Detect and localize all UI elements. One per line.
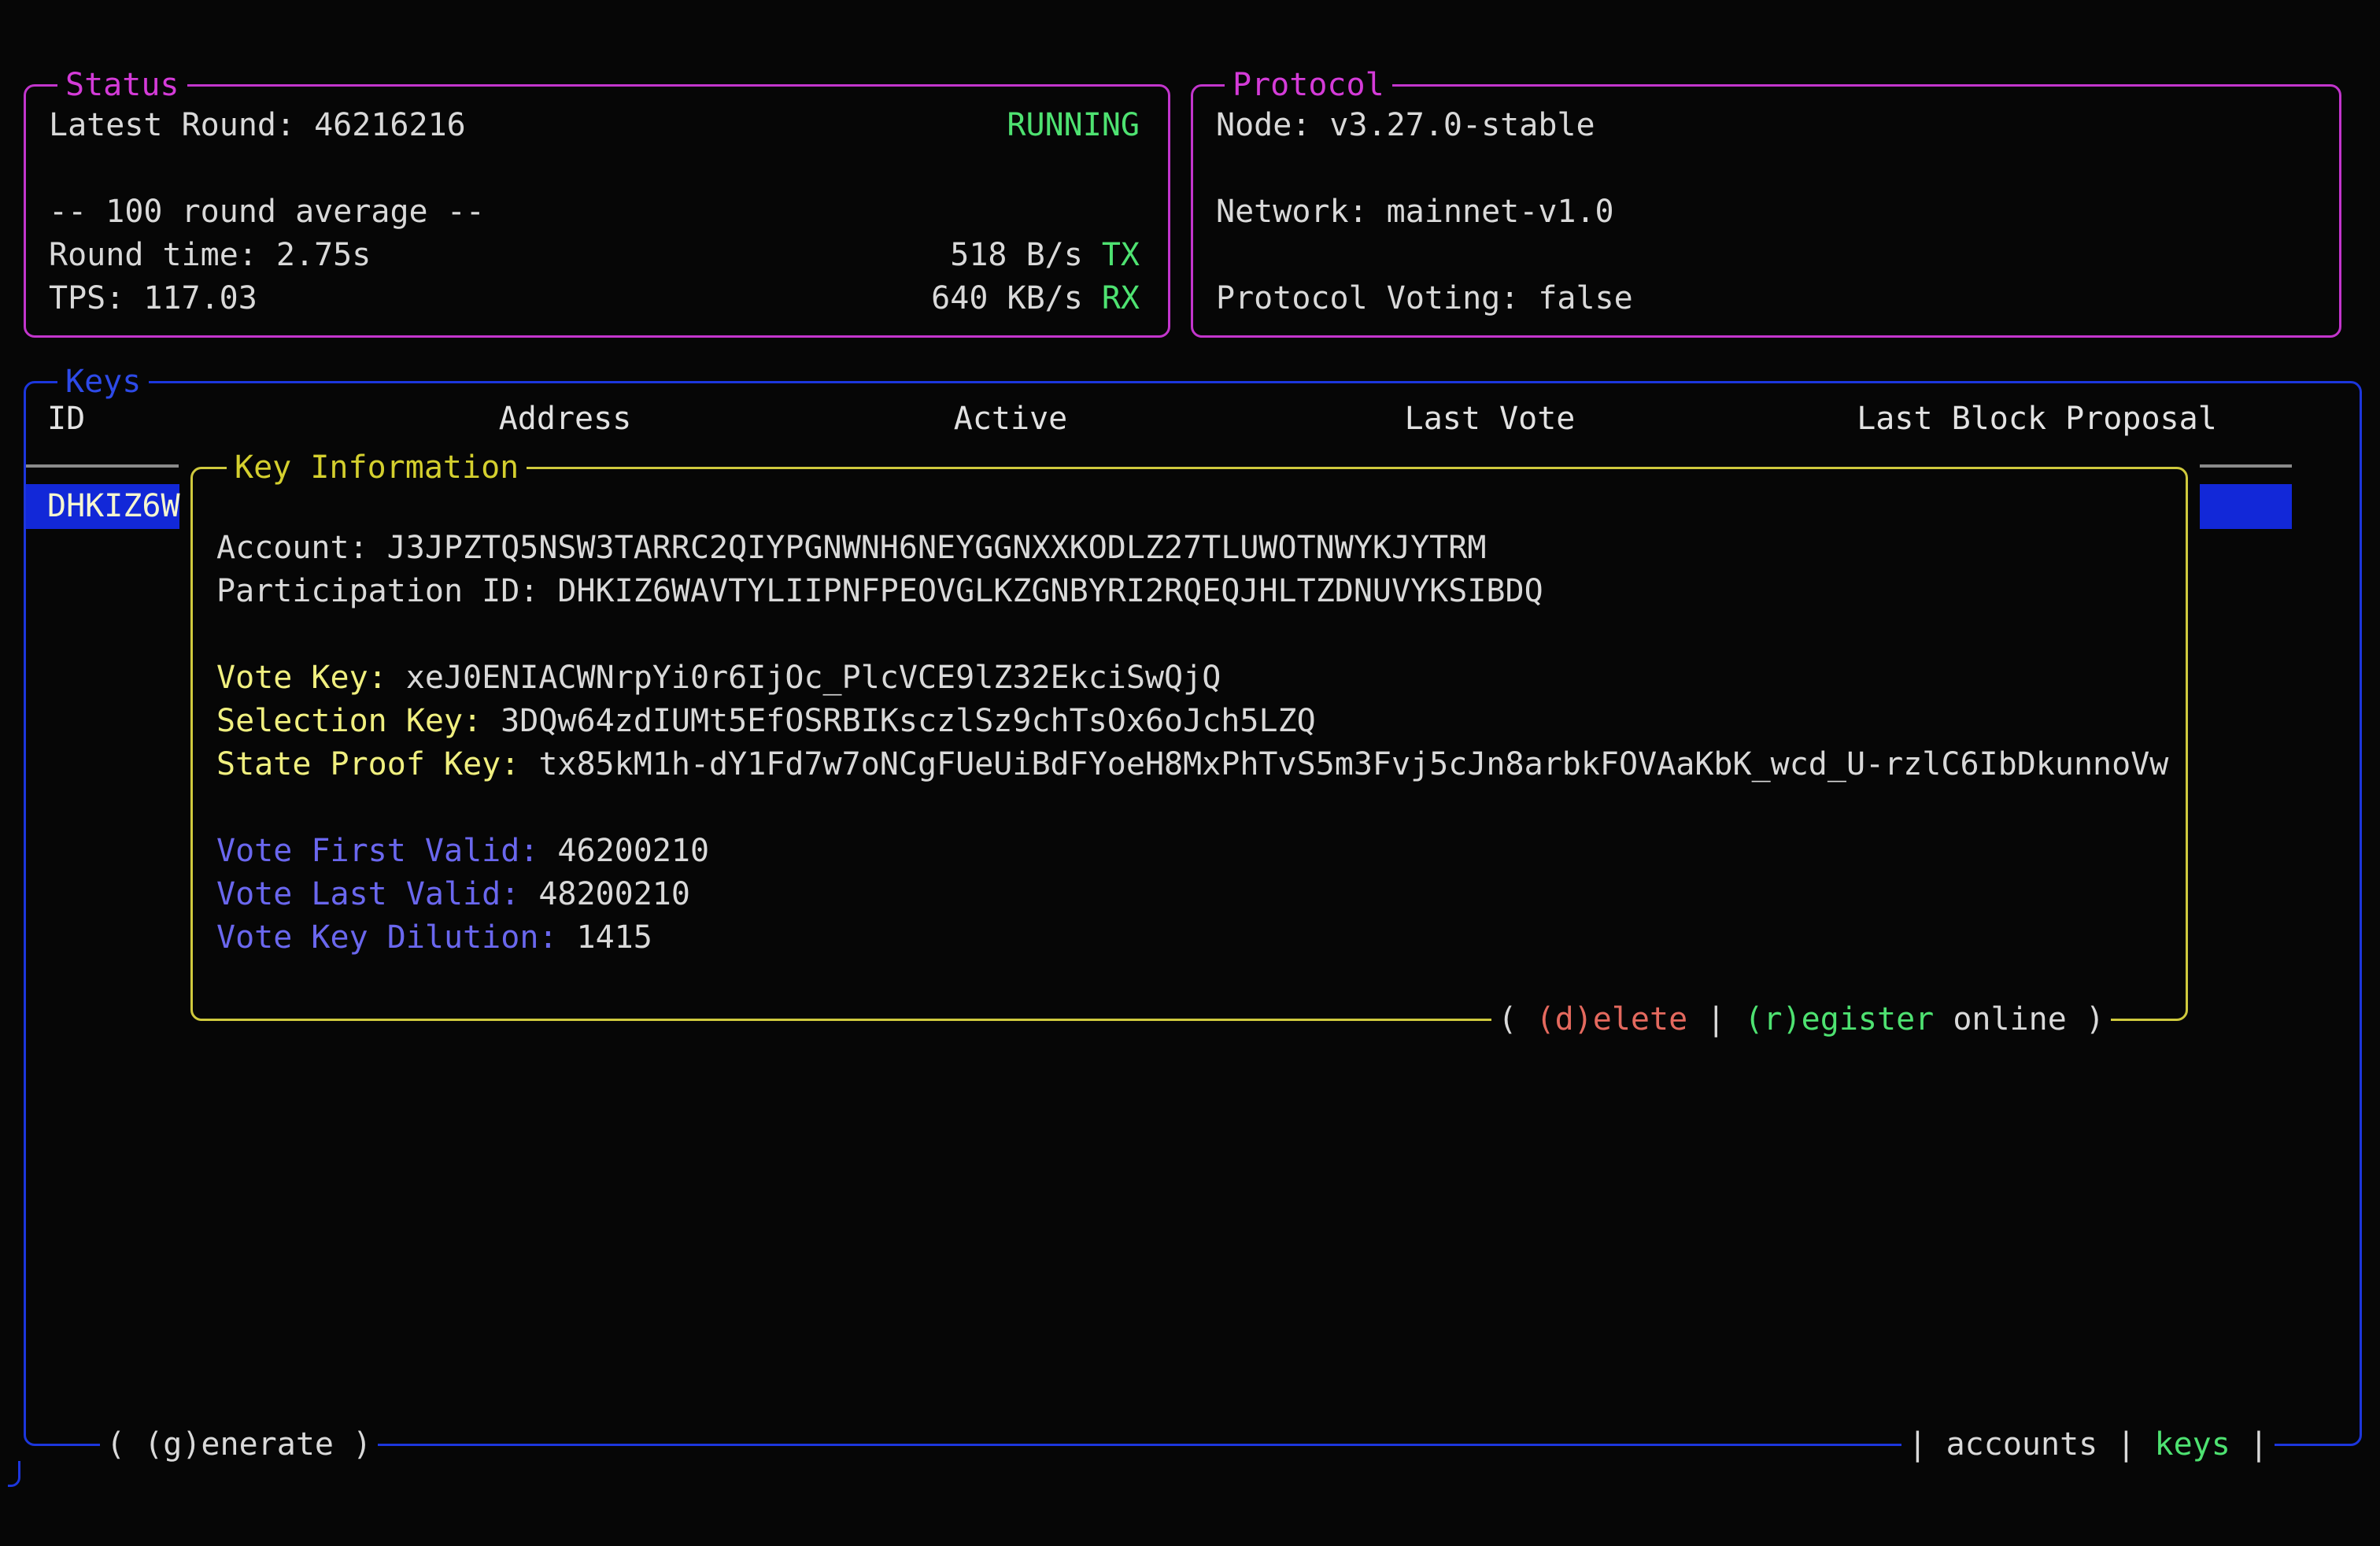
- blank-line: [49, 147, 1140, 190]
- protocol-voting-value: false: [1538, 280, 1632, 316]
- column-header-address: Address: [499, 398, 632, 441]
- vote-first-valid-value: 46200210: [557, 833, 709, 869]
- column-header-id: ID: [47, 398, 85, 441]
- header-separator-left: [26, 464, 179, 468]
- key-information-body: Account: J3JPZTQ5NSW3TARRC2QIYPGNWNH6NEYG…: [193, 469, 2186, 960]
- network-label: Network:: [1216, 194, 1368, 230]
- tab-accounts[interactable]: accounts: [1946, 1426, 2098, 1463]
- selection-key-row: Selection Key: 3DQw64zdIUMt5EfOSRBIKsczlS…: [216, 700, 2162, 743]
- tx-rate-value: 518 B/s: [950, 237, 1083, 273]
- delete-action[interactable]: (d)elete: [1536, 1001, 1688, 1037]
- nav-pipe: |: [2097, 1426, 2154, 1463]
- actions-open-paren: (: [1498, 1001, 1536, 1037]
- rx-rate: 640 KB/s RX: [931, 277, 1140, 320]
- status-body: Latest Round: 46216216 RUNNING -- 100 rou…: [26, 87, 1168, 320]
- register-online-text: online: [1934, 1001, 2067, 1037]
- selection-key-label: Selection Key:: [216, 703, 482, 739]
- table-row-selected-right-segment: [2200, 484, 2292, 529]
- round-average-text: -- 100 round average --: [49, 194, 485, 230]
- latest-round-value: 46216216: [314, 107, 466, 143]
- node-label: Node:: [1216, 107, 1310, 143]
- tab-keys[interactable]: keys: [2155, 1426, 2230, 1463]
- vote-key-value: xeJ0ENIACWNrpYi0r6IjOc_PlcVCE9lZ32EkciSw…: [406, 660, 1221, 696]
- vote-key-dilution-row: Vote Key Dilution: 1415: [216, 916, 2162, 960]
- protocol-voting-label: Protocol Voting:: [1216, 280, 1519, 316]
- rx-rate-value: 640 KB/s: [931, 280, 1083, 316]
- nav-pipe: |: [2230, 1426, 2268, 1463]
- vote-last-valid-value: 48200210: [538, 876, 690, 912]
- participation-id-row: Participation ID: DHKIZ6WAVTYLIIPNFPEOVGL…: [216, 570, 2162, 613]
- protocol-body: Node: v3.27.0-stable Network: mainnet-v1.0…: [1193, 87, 2339, 320]
- network-value: mainnet-v1.0: [1387, 194, 1614, 230]
- node-value: v3.27.0-stable: [1329, 107, 1595, 143]
- round-time-label: Round time:: [49, 237, 257, 273]
- rx-unit: RX: [1102, 280, 1140, 316]
- terminal-screen: Status Latest Round: 46216216 RUNNING -- …: [0, 0, 2380, 1546]
- network-row: Network: mainnet-v1.0: [1216, 190, 2311, 234]
- column-header-last-vote: Last Vote: [1405, 398, 1576, 441]
- round-time-row: Round time: 2.75s 518 B/s TX: [49, 234, 1140, 277]
- participation-id-value: DHKIZ6WAVTYLIIPNFPEOVGLKZGNBYRI2RQEQJHLT…: [557, 573, 1543, 609]
- register-action[interactable]: (r)egister: [1744, 1001, 1934, 1037]
- latest-round-row: Latest Round: 46216216 RUNNING: [49, 104, 1140, 147]
- vote-first-valid-row: Vote First Valid: 46200210: [216, 830, 2162, 873]
- participation-id-label: Participation ID:: [216, 573, 538, 609]
- selection-key-value: 3DQw64zdIUMt5EfOSRBIKsczlSz9chTsOx6oJch5…: [501, 703, 1316, 739]
- vote-key-dilution-label: Vote Key Dilution:: [216, 919, 557, 956]
- account-value: J3JPZTQ5NSW3TARRC2QIYPGNWNH6NEYGGNXXKODL…: [387, 530, 1487, 566]
- round-average-header: -- 100 round average --: [49, 190, 1140, 234]
- latest-round: Latest Round: 46216216: [49, 104, 466, 147]
- vote-key-dilution-value: 1415: [576, 919, 652, 956]
- blank-line: [1216, 147, 2311, 190]
- actions-separator: |: [1687, 1001, 1744, 1037]
- protocol-voting-row: Protocol Voting: false: [1216, 277, 2311, 320]
- tps-row: TPS: 117.03 640 KB/s RX: [49, 277, 1140, 320]
- vote-key-label: Vote Key:: [216, 660, 387, 696]
- vote-first-valid-label: Vote First Valid:: [216, 833, 538, 869]
- dialog-actions: ( (d)elete | (r)egister online ): [1491, 998, 2111, 1041]
- vote-key-row: Vote Key: xeJ0ENIACWNrpYi0r6IjOc_PlcVCE9l…: [216, 656, 2162, 700]
- tps-label: TPS:: [49, 280, 124, 316]
- node-row: Node: v3.27.0-stable: [1216, 104, 2311, 147]
- round-time: Round time: 2.75s: [49, 234, 371, 277]
- nav-pipe: |: [1908, 1426, 1946, 1463]
- column-header-active: Active: [954, 398, 1068, 441]
- vote-last-valid-label: Vote Last Valid:: [216, 876, 519, 912]
- protocol-panel: Protocol Node:v3.27.0-stable Network:mai…: [1191, 84, 2341, 338]
- generate-button[interactable]: ( (g)enerate ): [100, 1423, 378, 1466]
- blank-line: [1216, 234, 2311, 277]
- tps: TPS: 117.03: [49, 277, 257, 320]
- key-information-dialog: Key Information Account:J3JPZTQ5NSW3TARR…: [190, 467, 2188, 1021]
- status-panel-title: Status: [57, 64, 187, 107]
- page-tabs: | accounts | keys |: [1901, 1423, 2275, 1466]
- account-label: Account:: [216, 530, 368, 566]
- column-header-last-block-proposal: Last Block Proposal: [1857, 398, 2217, 441]
- header-separator-right: [2200, 464, 2292, 468]
- tx-unit: TX: [1102, 237, 1140, 273]
- blank-line: [216, 786, 2162, 830]
- round-time-value: 2.75s: [276, 237, 371, 273]
- protocol-panel-title: Protocol: [1225, 64, 1392, 107]
- account-row: Account: J3JPZTQ5NSW3TARRC2QIYPGNWNH6NEYG…: [216, 527, 2162, 570]
- state-proof-key-row: State Proof Key:tx85kM1h-dY1Fd7w7oNCgFUe…: [216, 743, 2162, 786]
- table-row-selected[interactable]: DHKIZ6W: [26, 484, 179, 529]
- frame-corner-artifact: [8, 1461, 20, 1487]
- vote-last-valid-row: Vote Last Valid: 48200210: [216, 873, 2162, 916]
- state-proof-key-label: State Proof Key:: [216, 746, 519, 782]
- selected-row-id: DHKIZ6W: [47, 488, 180, 524]
- actions-close-paren: ): [2067, 1001, 2105, 1037]
- tx-rate: 518 B/s TX: [950, 234, 1140, 277]
- tps-value: 117.03: [143, 280, 257, 316]
- running-badge: RUNNING: [1007, 104, 1140, 147]
- status-panel: Status Latest Round:46216216 RUNNING -- …: [24, 84, 1170, 338]
- key-information-title: Key Information: [227, 446, 527, 490]
- blank-line: [216, 613, 2162, 656]
- state-proof-key-value: tx85kM1h-dY1Fd7w7oNCgFUeUiBdFYoeH8MxPhTv…: [538, 746, 2168, 782]
- latest-round-label: Latest Round:: [49, 107, 295, 143]
